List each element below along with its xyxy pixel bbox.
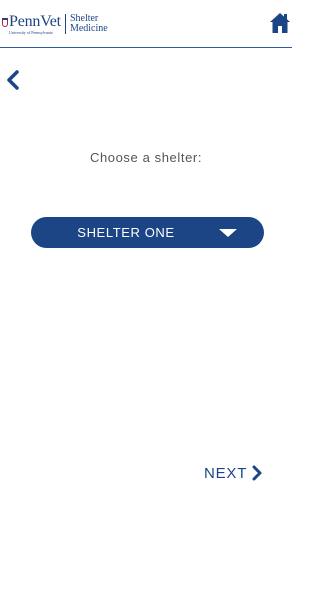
back-button[interactable]: [4, 69, 24, 91]
next-label: NEXT: [204, 464, 248, 482]
home-icon: [270, 13, 290, 33]
caret-down-icon: [219, 229, 237, 237]
shelter-select-value: SHELTER ONE: [77, 225, 175, 240]
logo-university: University of Pennsylvania: [9, 29, 53, 35]
chevron-right-icon: [252, 465, 262, 481]
chevron-left-icon: [7, 70, 19, 90]
logo-subtitle-line2: Medicine: [69, 23, 108, 34]
logo-subtitle: Shelter Medicine: [69, 13, 108, 35]
shelter-prompt: Choose a shelter:: [89, 150, 203, 165]
header: PennVet University of Pennsylvania Shelt…: [0, 0, 292, 48]
next-button[interactable]: NEXT: [204, 462, 263, 484]
logo-name: PennVet: [9, 12, 61, 30]
pennvet-shelter-medicine-logo: PennVet University of Pennsylvania Shelt…: [2, 12, 108, 36]
logo-wordmark: PennVet University of Pennsylvania: [9, 12, 61, 35]
home-button[interactable]: [270, 12, 290, 34]
app-screen: PennVet University of Pennsylvania Shelt…: [0, 0, 292, 600]
logo-divider: [64, 14, 66, 34]
penn-shield-icon: [2, 17, 8, 27]
shelter-select[interactable]: SHELTER ONE: [31, 217, 264, 248]
